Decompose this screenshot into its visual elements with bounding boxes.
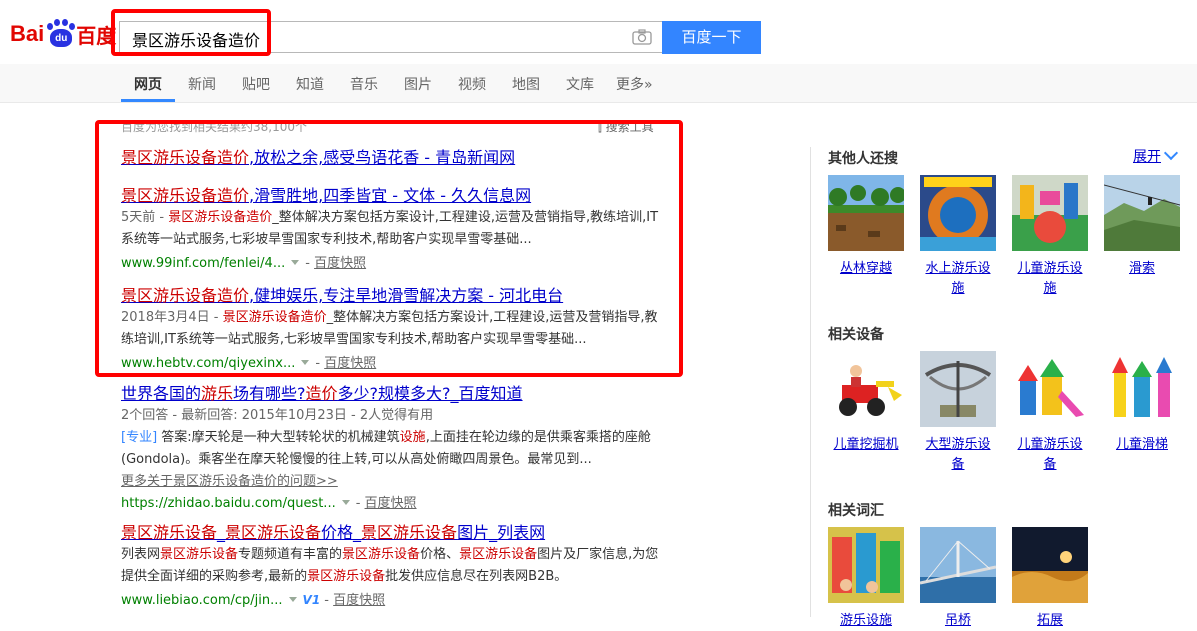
card-image[interactable] xyxy=(919,527,997,603)
tab-zhidao[interactable]: 知道 xyxy=(296,74,324,94)
card-label[interactable]: 儿童挖掘机 xyxy=(828,435,904,455)
card-image[interactable] xyxy=(920,351,996,427)
card-image[interactable] xyxy=(1012,527,1088,603)
search-result: 景区游乐设备_景区游乐设备价格_景区游乐设备图片_列表网 列表网景区游乐设备专题… xyxy=(121,522,681,612)
card-label[interactable]: 丛林穿越 xyxy=(828,259,904,279)
card-image[interactable] xyxy=(1012,175,1088,251)
card-label[interactable]: 儿童游乐设施 xyxy=(1012,259,1088,299)
related-card[interactable]: 儿童游乐设备 xyxy=(1012,351,1088,475)
cache-snapshot-link[interactable]: 百度快照 xyxy=(333,593,385,608)
others-searched-title: 其他人还搜 xyxy=(828,151,898,167)
tab-news[interactable]: 新闻 xyxy=(188,74,216,94)
related-card[interactable]: 拓展 xyxy=(1012,527,1088,631)
result-title-link[interactable]: 景区游乐设备_景区游乐设备价格_景区游乐设备图片_列表网 xyxy=(121,523,545,542)
tab-web[interactable]: 网页 xyxy=(134,74,162,94)
chevron-down-icon[interactable] xyxy=(1163,145,1179,161)
related-card[interactable]: 水上游乐设施 xyxy=(920,175,996,299)
related-card[interactable]: 游乐设施 xyxy=(828,527,904,631)
tab-more[interactable]: 更多» xyxy=(616,74,653,94)
dropdown-arrow-icon[interactable] xyxy=(341,500,350,505)
related-equipment-title: 相关设备 xyxy=(828,327,884,343)
card-label[interactable]: 水上游乐设施 xyxy=(920,259,996,299)
card-label[interactable]: 吊桥 xyxy=(920,611,996,631)
baidu-logo[interactable]: Bai du 百度 xyxy=(10,16,116,52)
result-meta: 2个回答 - 最新回答: 2015年10月23日 - 2人觉得有用 xyxy=(121,408,434,423)
tab-images[interactable]: 图片 xyxy=(404,74,432,94)
card-label[interactable]: 大型游乐设备 xyxy=(920,435,996,475)
related-card[interactable]: 儿童挖掘机 xyxy=(828,351,904,455)
card-image[interactable] xyxy=(1012,351,1088,427)
cache-snapshot-link[interactable]: 百度快照 xyxy=(365,496,417,511)
search-button[interactable]: 百度一下 xyxy=(662,21,761,54)
tab-map[interactable]: 地图 xyxy=(512,74,540,94)
card-image[interactable] xyxy=(1104,351,1180,427)
result-url[interactable]: www.liebiao.com/cp/jin... xyxy=(121,593,283,608)
related-card[interactable]: 丛林穿越 xyxy=(828,175,906,279)
search-result: 世界各国的游乐场有哪些?造价多少?规模多大?_百度知道 2个回答 - 最新回答:… xyxy=(121,383,681,515)
related-words-title: 相关词汇 xyxy=(828,503,884,519)
card-image[interactable] xyxy=(828,175,906,251)
expand-link[interactable]: 展开 xyxy=(1133,146,1161,166)
dropdown-arrow-icon[interactable] xyxy=(288,597,297,602)
result-abstract: [专业] 答案:摩天轮是一种大型转轮状的机械建筑设施,上面挂在轮边缘的是供乘客乘… xyxy=(121,430,651,467)
annotation-box-search xyxy=(111,9,271,56)
card-label[interactable]: 儿童游乐设备 xyxy=(1012,435,1088,475)
result-url[interactable]: https://zhidao.baidu.com/quest... xyxy=(121,496,336,511)
tab-music[interactable]: 音乐 xyxy=(350,74,378,94)
related-card[interactable]: 滑索 xyxy=(1103,175,1181,279)
related-card[interactable]: 大型游乐设备 xyxy=(920,351,996,475)
more-questions-link[interactable]: 更多关于景区游乐设备造价的问题>> xyxy=(121,474,338,489)
card-image[interactable] xyxy=(920,175,996,251)
card-label[interactable]: 儿童滑梯 xyxy=(1104,435,1180,455)
related-card[interactable]: 儿童游乐设施 xyxy=(1012,175,1088,299)
card-image[interactable] xyxy=(828,527,904,603)
card-image[interactable] xyxy=(1103,175,1181,251)
tab-wenku[interactable]: 文库 xyxy=(566,74,594,94)
tab-tieba[interactable]: 贴吧 xyxy=(242,74,270,94)
card-label[interactable]: 滑索 xyxy=(1104,259,1180,279)
logo-text-bai: Bai xyxy=(10,21,45,46)
card-label[interactable]: 拓展 xyxy=(1012,611,1088,631)
column-divider xyxy=(810,147,811,617)
paw-icon: du xyxy=(45,19,76,49)
active-tab-indicator xyxy=(121,99,175,102)
related-card[interactable]: 吊桥 xyxy=(919,527,997,631)
tab-bar: 网页 新闻 贴吧 知道 音乐 图片 视频 地图 文库 更多» xyxy=(0,64,1197,103)
result-title-link[interactable]: 世界各国的游乐场有哪些?造价多少?规模多大?_百度知道 xyxy=(121,384,523,403)
related-card[interactable]: 儿童滑梯 xyxy=(1104,351,1180,455)
card-image[interactable] xyxy=(828,351,904,427)
result-abstract: 列表网景区游乐设备专题频道有丰富的景区游乐设备价格、景区游乐设备图片及厂家信息,… xyxy=(121,547,659,584)
v1-badge[interactable]: V1 xyxy=(303,593,321,607)
tab-video[interactable]: 视频 xyxy=(458,74,486,94)
card-label[interactable]: 游乐设施 xyxy=(828,611,904,631)
camera-icon[interactable] xyxy=(632,29,652,45)
annotation-box-results xyxy=(95,120,683,377)
